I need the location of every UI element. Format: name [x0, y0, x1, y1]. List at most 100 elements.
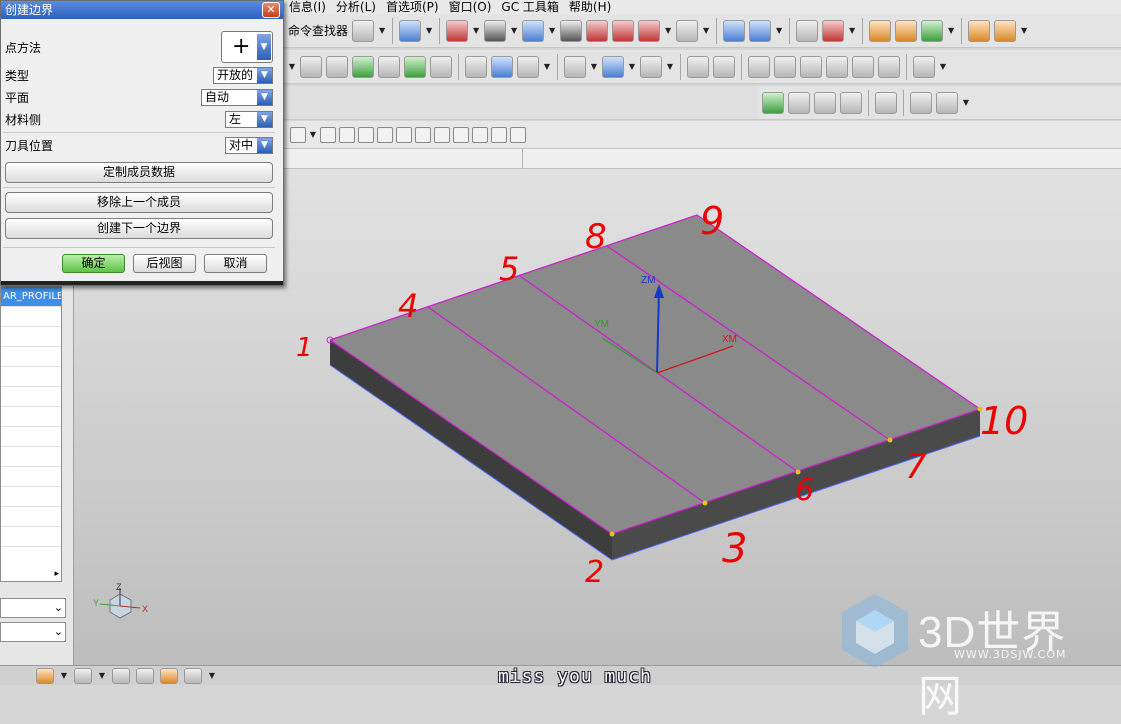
tool-holder-icon[interactable]: [640, 55, 662, 78]
back-button[interactable]: 后视图: [133, 254, 196, 273]
chevron-down-icon[interactable]: ▼: [543, 62, 551, 71]
create-operation-icon[interactable]: [404, 55, 426, 78]
chevron-down-icon[interactable]: ▼: [666, 62, 674, 71]
fit-view-icon[interactable]: [446, 19, 469, 42]
chevron-down-icon[interactable]: ▼: [288, 62, 296, 71]
assembly-icon[interactable]: [184, 667, 202, 684]
object-info-icon[interactable]: [852, 55, 874, 78]
list-item[interactable]: [1, 527, 61, 547]
snap-arc-icon[interactable]: [396, 126, 412, 143]
snap-on-curve-icon[interactable]: [472, 126, 488, 143]
menu-gc-toolbox[interactable]: GC 工具箱: [496, 0, 564, 14]
postprocess-icon[interactable]: [564, 55, 586, 78]
shop-doc-icon[interactable]: [602, 55, 624, 78]
create-method-icon[interactable]: [378, 55, 400, 78]
chevron-down-icon[interactable]: ▼: [510, 26, 518, 35]
analysis-icon[interactable]: [921, 19, 944, 42]
chevron-down-icon[interactable]: ▼: [590, 62, 598, 71]
display-mode-icon[interactable]: [560, 19, 583, 42]
list-item[interactable]: [1, 367, 61, 387]
command-finder-button[interactable]: 命令查找器 ▼: [288, 19, 386, 42]
ok-button[interactable]: 确定: [62, 254, 125, 273]
chevron-down-icon[interactable]: ▼: [702, 26, 710, 35]
render-style-icon[interactable]: [612, 19, 635, 42]
list-item[interactable]: [1, 427, 61, 447]
chevron-down-icon[interactable]: ▼: [378, 26, 386, 35]
navigator-list[interactable]: AR_PROFILE ▸: [0, 286, 62, 582]
color-palette-icon[interactable]: [36, 667, 54, 684]
type-select[interactable]: 开放的 ▼: [213, 67, 273, 84]
chevron-down-icon[interactable]: ▼: [472, 26, 480, 35]
list-item[interactable]: [1, 347, 61, 367]
list-item[interactable]: AR_PROFILE: [1, 287, 61, 307]
chevron-down-icon[interactable]: ▼: [947, 26, 955, 35]
clip-view-icon[interactable]: [638, 19, 661, 42]
edit-object-icon[interactable]: [687, 55, 709, 78]
close-button[interactable]: ✕: [262, 2, 280, 18]
menu-preferences[interactable]: 首选项(P): [381, 0, 444, 14]
list-item[interactable]: [1, 467, 61, 487]
layer-icon[interactable]: [796, 19, 819, 42]
verify-icon[interactable]: [491, 55, 513, 78]
select-body-icon[interactable]: [510, 126, 526, 143]
part-icon[interactable]: [136, 667, 154, 684]
chevron-down-icon[interactable]: ▼: [939, 62, 947, 71]
menu-help[interactable]: 帮助(H): [564, 0, 616, 14]
create-geometry-icon[interactable]: [352, 55, 374, 78]
navigator-combo-1[interactable]: ⌄: [0, 598, 66, 618]
chevron-down-icon[interactable]: ▼: [628, 62, 636, 71]
snap-quadrant-icon[interactable]: [434, 126, 450, 143]
chevron-down-icon[interactable]: ▼: [60, 671, 68, 680]
snap-intersection-icon[interactable]: [377, 126, 393, 143]
list-item[interactable]: [1, 387, 61, 407]
copy-object-icon[interactable]: [774, 55, 796, 78]
orient-icon[interactable]: [749, 19, 772, 42]
generate-toolpath-icon[interactable]: [465, 55, 487, 78]
menu-analysis[interactable]: 分析(L): [331, 0, 381, 14]
point-method-button[interactable]: + ▼: [221, 31, 273, 63]
machine-tool-icon[interactable]: [875, 91, 897, 114]
remove-last-member-button[interactable]: 移除上一个成员: [5, 192, 273, 213]
list-toolpath-icon[interactable]: [788, 91, 810, 114]
export-icon[interactable]: [936, 91, 958, 114]
list-item[interactable]: [1, 307, 61, 327]
chevron-down-icon[interactable]: ▼: [98, 671, 106, 680]
snap-center-icon[interactable]: [415, 126, 431, 143]
simulate-icon[interactable]: [517, 55, 539, 78]
list-item[interactable]: [1, 407, 61, 427]
menu-window[interactable]: 窗口(O): [444, 0, 497, 14]
snap-endpoint-icon[interactable]: [320, 126, 336, 143]
chevron-down-icon[interactable]: ▼: [1020, 26, 1028, 35]
list-item[interactable]: [1, 507, 61, 527]
cut-object-icon[interactable]: [713, 55, 735, 78]
custom-member-data-button[interactable]: 定制成员数据: [5, 162, 273, 183]
chevron-down-icon[interactable]: ▼: [775, 26, 783, 35]
material-side-select[interactable]: 左 ▼: [225, 111, 273, 128]
transform-icon[interactable]: [748, 55, 770, 78]
chevron-down-icon[interactable]: ▼: [962, 98, 970, 107]
ruler-icon[interactable]: [968, 19, 991, 42]
chevron-down-icon[interactable]: ▼: [848, 26, 856, 35]
info-icon[interactable]: [399, 19, 422, 42]
list-item[interactable]: [1, 327, 61, 347]
scroll-right-icon[interactable]: ▸: [54, 569, 59, 579]
navigator-combo-2[interactable]: ⌄: [0, 622, 66, 642]
verify-toolpath-icon[interactable]: [762, 91, 784, 114]
chevron-down-icon[interactable]: ▼: [208, 671, 216, 680]
list-item[interactable]: [1, 487, 61, 507]
create-program-icon[interactable]: [300, 55, 322, 78]
section-view-icon[interactable]: [586, 19, 609, 42]
create-tool-icon[interactable]: [326, 55, 348, 78]
chevron-down-icon[interactable]: ▼: [425, 26, 433, 35]
chevron-down-icon[interactable]: ▼: [664, 26, 672, 35]
list-item[interactable]: [1, 447, 61, 467]
snap-point-icon[interactable]: [453, 126, 469, 143]
snap-midpoint-icon[interactable]: [339, 126, 355, 143]
wcs-icon[interactable]: [723, 19, 746, 42]
menu-info[interactable]: 信息(I): [284, 0, 331, 14]
plane-select[interactable]: 自动 ▼: [201, 89, 273, 106]
report-icon[interactable]: [910, 91, 932, 114]
drafting-icon[interactable]: [994, 19, 1017, 42]
properties-icon[interactable]: [878, 55, 900, 78]
display-object-icon[interactable]: [826, 55, 848, 78]
